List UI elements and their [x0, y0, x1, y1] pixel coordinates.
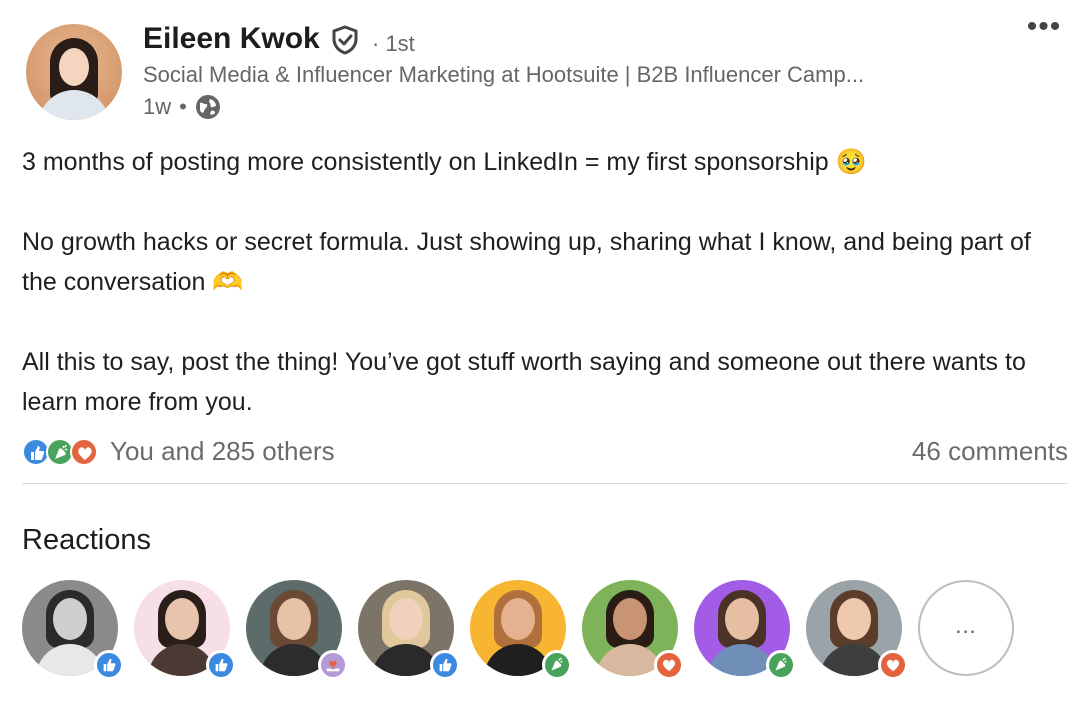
post-text: 3 months of posting more consistently on… [22, 142, 1072, 422]
celebrate-icon [542, 650, 572, 680]
love-icon [878, 650, 908, 680]
more-reactors-button[interactable]: ... [918, 580, 1014, 676]
reaction-icons [22, 435, 104, 467]
reactor-avatar[interactable] [134, 580, 236, 680]
connection-degree: · 1st [372, 31, 415, 56]
post-time: 1w [143, 94, 172, 119]
reactions-title: Reactions [22, 524, 151, 556]
divider [22, 483, 1068, 484]
like-icon [94, 650, 124, 680]
reactor-avatar[interactable] [694, 580, 796, 680]
reactor-avatar[interactable] [470, 580, 572, 680]
love-icon [70, 438, 98, 466]
reactions-summary[interactable]: You and 285 others [22, 432, 335, 470]
love-icon [654, 650, 684, 680]
reactor-avatar[interactable] [246, 580, 348, 680]
reactor-avatar[interactable] [806, 580, 908, 680]
more-options-icon[interactable]: ••• [1026, 12, 1062, 46]
verified-shield-icon [332, 25, 358, 55]
post-paragraph-2: No growth hacks or secret formula. Just … [22, 228, 1031, 296]
support-icon [318, 650, 348, 680]
reactor-avatar[interactable] [358, 580, 460, 680]
post-paragraph-1: 3 months of posting more consistently on… [22, 148, 867, 176]
reactor-avatar[interactable] [22, 580, 124, 680]
author-avatar[interactable] [26, 24, 122, 120]
author-headline: Social Media & Influencer Marketing at H… [143, 62, 865, 87]
like-icon [206, 650, 236, 680]
like-icon [430, 650, 460, 680]
meta-separator: • [179, 94, 187, 119]
comments-count[interactable]: 46 comments [912, 436, 1068, 467]
celebrate-icon [766, 650, 796, 680]
author-name[interactable]: Eileen Kwok [143, 22, 320, 56]
post-paragraph-3: All this to say, post the thing! You’ve … [22, 348, 1026, 416]
reactor-avatar[interactable] [582, 580, 684, 680]
post-meta: 1w • [143, 94, 221, 120]
reactions-count[interactable]: You and 285 others [110, 436, 335, 467]
globe-icon [195, 95, 220, 119]
